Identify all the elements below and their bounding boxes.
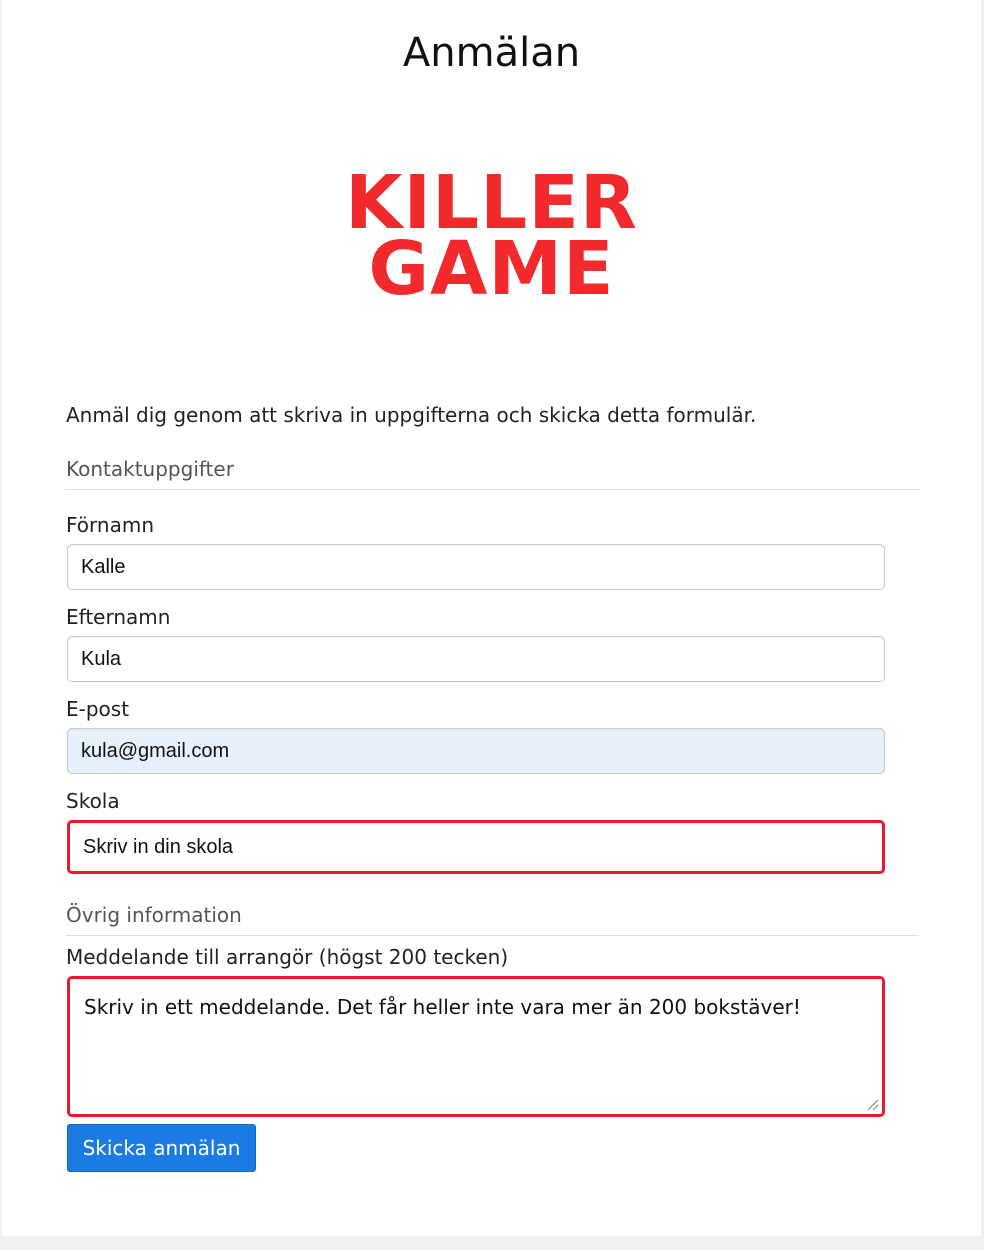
logo-line-2: GAME (368, 226, 615, 312)
email-input[interactable]: kula@gmail.com (67, 728, 885, 774)
message-text: Skriv in ett meddelande. Det får heller … (84, 995, 801, 1019)
first-name-label: Förnamn (66, 513, 154, 537)
last-name-input[interactable]: Kula (67, 636, 885, 682)
killer-game-logo: KILLER GAME (2, 166, 981, 312)
school-input[interactable]: Skriv in din skola (67, 820, 885, 874)
first-name-input[interactable]: Kalle (67, 544, 885, 590)
other-info-section-legend: Övrig information (66, 903, 919, 936)
contact-section-legend: Kontaktuppgifter (66, 457, 919, 490)
resize-handle-icon[interactable] (865, 1097, 879, 1111)
school-label: Skola (66, 789, 120, 813)
page-title: Anmälan (402, 30, 581, 76)
message-textarea[interactable]: Skriv in ett meddelande. Det får heller … (67, 976, 885, 1117)
submit-button[interactable]: Skicka anmälan (67, 1124, 256, 1172)
intro-text: Anmäl dig genom att skriva in uppgiftern… (66, 403, 757, 427)
last-name-label: Efternamn (66, 605, 171, 629)
message-label: Meddelande till arrangör (högst 200 teck… (66, 945, 509, 969)
email-label: E-post (66, 697, 130, 721)
registration-page: Anmälan KILLER GAME Anmäl dig genom att … (2, 0, 981, 1236)
